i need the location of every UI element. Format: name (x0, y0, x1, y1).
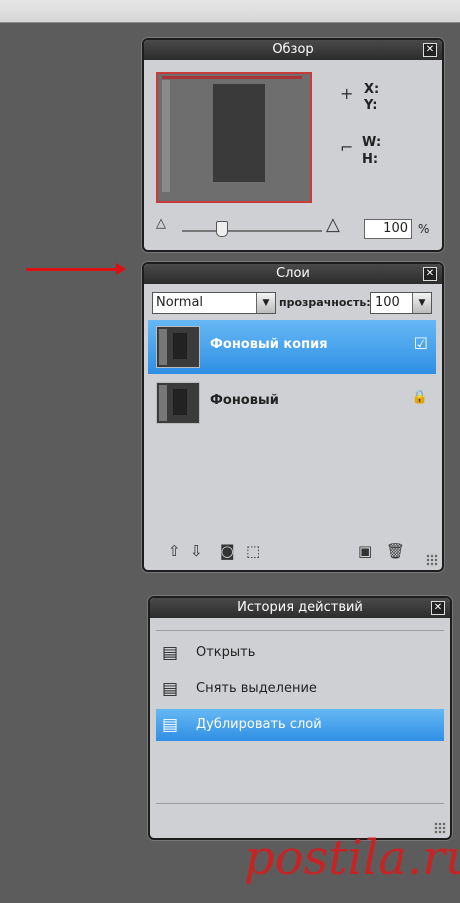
overview-titlebar[interactable]: Обзор ✕ (144, 40, 442, 60)
zoom-slider-track[interactable] (182, 230, 322, 232)
blend-mode-value: Normal (156, 295, 204, 310)
history-item[interactable]: ▤ Дублировать слой (156, 709, 444, 741)
layer-list: Фоновый копия ☑ Фоновый 🔒 (148, 320, 436, 526)
zoom-percent-label: % (418, 222, 430, 236)
watermark-text: postila.ru (244, 830, 460, 886)
layers-panel: Слои ✕ Normal ▼ прозрачность: 100 ▼ Фоно… (142, 262, 444, 572)
thumb-menubar (162, 76, 302, 79)
annotation-arrow (26, 268, 118, 271)
history-item-label: Дублировать слой (196, 717, 322, 732)
thumb-toolbar (162, 80, 170, 192)
blend-mode-select[interactable]: Normal ▼ (152, 292, 276, 314)
zoom-row: △ △ 100 % (156, 214, 436, 242)
thumb-document (213, 84, 265, 182)
coord-w-label: W: (362, 135, 382, 150)
layer-name: Фоновый копия (210, 337, 328, 352)
layers-title: Слои (276, 266, 310, 281)
history-titlebar[interactable]: История действий ✕ (150, 598, 450, 618)
history-item[interactable]: ▤ Открыть (156, 637, 444, 669)
layer-mask-icon[interactable]: ◙ (220, 542, 235, 560)
trash-icon[interactable]: 🗑 (386, 542, 405, 560)
zoom-out-icon[interactable]: △ (156, 216, 166, 231)
layer-style-icon[interactable]: ⬚ (246, 542, 260, 560)
overview-close-icon[interactable]: ✕ (423, 43, 437, 57)
opacity-label: прозрачность: (279, 296, 371, 309)
opacity-select[interactable]: 100 ▼ (370, 292, 432, 314)
chevron-down-icon[interactable]: ▼ (256, 293, 275, 313)
lock-icon[interactable]: 🔒 (412, 390, 428, 405)
zoom-input[interactable]: 100 (364, 219, 412, 239)
opacity-value: 100 (375, 295, 400, 310)
history-step-icon: ▤ (162, 643, 179, 663)
layer-name: Фоновый (210, 393, 279, 408)
overview-thumbnail[interactable] (156, 72, 312, 203)
layer-thumbnail (156, 382, 200, 424)
history-list: ▤ Открыть ▤ Снять выделение ▤ Дублироват… (156, 630, 444, 804)
layers-titlebar[interactable]: Слои ✕ (144, 264, 442, 284)
move-layer-down-icon[interactable]: ⇩ (190, 542, 203, 560)
history-step-icon: ▤ (162, 679, 179, 699)
selection-size-icon: ⌐ (340, 138, 354, 157)
coord-h-label: H: (362, 152, 379, 167)
history-title: История действий (237, 600, 363, 615)
zoom-in-icon[interactable]: △ (326, 214, 340, 235)
visibility-checkbox-icon[interactable]: ☑ (414, 334, 428, 353)
crosshair-icon: + (340, 84, 354, 103)
overview-title: Обзор (272, 42, 314, 57)
top-toolbar-strip (0, 0, 460, 23)
history-panel: История действий ✕ ▤ Открыть ▤ Снять выд… (148, 596, 452, 840)
layers-close-icon[interactable]: ✕ (423, 267, 437, 281)
layer-row[interactable]: Фоновый 🔒 (148, 376, 436, 430)
history-step-icon: ▤ (162, 715, 179, 735)
history-item-label: Открыть (196, 645, 256, 660)
layer-row[interactable]: Фоновый копия ☑ (148, 320, 436, 374)
layer-thumbnail (156, 326, 200, 368)
coord-x-label: X: (364, 82, 380, 97)
move-layer-up-icon[interactable]: ⇧ (168, 542, 181, 560)
coord-y-label: Y: (364, 98, 378, 113)
resize-grip-icon[interactable] (426, 554, 438, 566)
overview-panel: Обзор ✕ + X: Y: ⌐ W: H: △ △ 100 % (142, 38, 444, 252)
history-item-label: Снять выделение (196, 681, 317, 696)
annotation-arrow-head (116, 263, 126, 275)
history-item[interactable]: ▤ Снять выделение (156, 673, 444, 705)
layer-toolbar: ⇧ ⇩ ◙ ⬚ ▣ 🗑 (164, 542, 434, 562)
new-layer-icon[interactable]: ▣ (358, 542, 372, 560)
chevron-down-icon[interactable]: ▼ (412, 293, 431, 313)
zoom-slider-handle[interactable] (216, 221, 228, 237)
history-close-icon[interactable]: ✕ (431, 601, 445, 615)
